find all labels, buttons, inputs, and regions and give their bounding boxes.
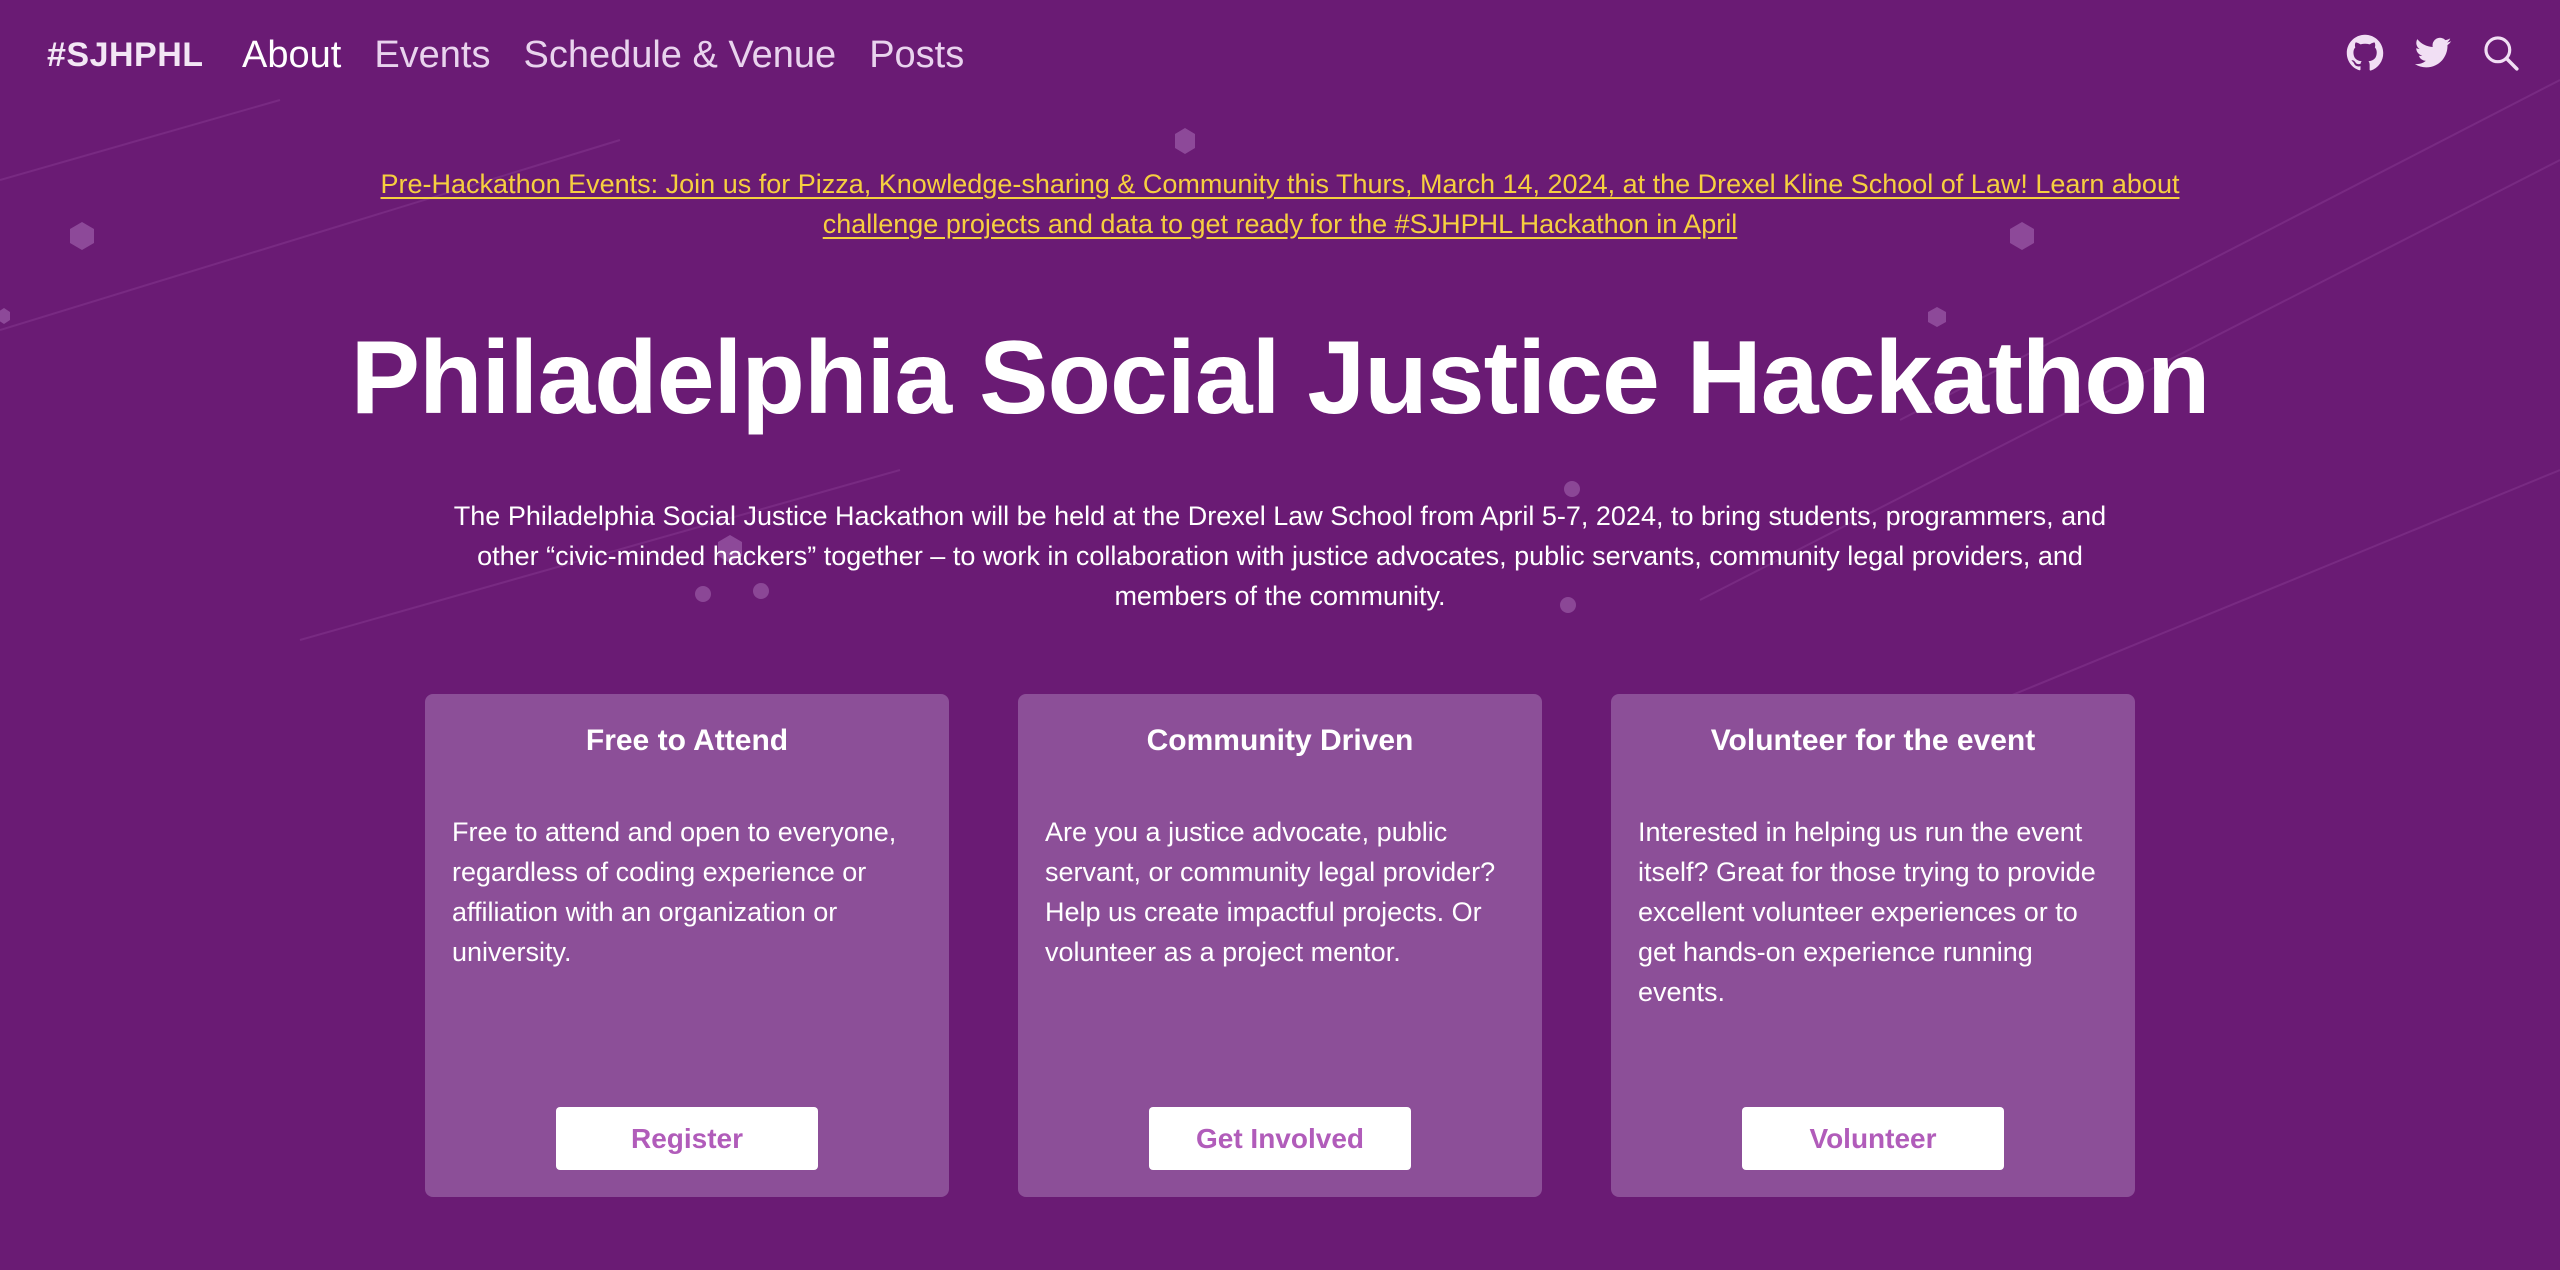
get-involved-button[interactable]: Get Involved <box>1149 1107 1411 1170</box>
search-icon[interactable] <box>2482 34 2520 72</box>
volunteer-button[interactable]: Volunteer <box>1742 1107 2004 1170</box>
card-title: Volunteer for the event <box>1710 724 2036 757</box>
card-body: Free to attend and open to everyone, reg… <box>452 817 897 967</box>
card-volunteer: Volunteer for the event Interested in he… <box>1611 694 2135 1197</box>
card-body: Are you a justice advocate, public serva… <box>1045 817 1496 967</box>
card-title: Community Driven <box>1146 724 1414 757</box>
nav-link-about[interactable]: About <box>242 34 341 77</box>
nav-link-posts[interactable]: Posts <box>869 34 964 77</box>
nav-icons <box>2346 34 2520 72</box>
hero-description: The Philadelphia Social Justice Hackatho… <box>453 501 2107 611</box>
nav-links: About Events Schedule & Venue Posts <box>242 34 997 77</box>
twitter-icon[interactable] <box>2414 34 2452 72</box>
register-button[interactable]: Register <box>556 1107 818 1170</box>
page-title: Philadelphia Social Justice Hackathon <box>350 320 2211 436</box>
nav-link-events[interactable]: Events <box>374 34 490 77</box>
card-body: Interested in helping us run the event i… <box>1638 817 2096 1007</box>
card-community-driven: Community Driven Are you a justice advoc… <box>1018 694 1542 1197</box>
nav-link-schedule-venue[interactable]: Schedule & Venue <box>523 34 836 77</box>
brand-logo-link[interactable]: #SJHPHL <box>47 36 204 75</box>
top-navbar: #SJHPHL About Events Schedule & Venue Po… <box>0 0 2560 114</box>
card-title: Free to Attend <box>585 724 789 757</box>
announcement-link[interactable]: Pre-Hackathon Events: Join us for Pizza,… <box>380 164 2180 244</box>
github-icon[interactable] <box>2346 34 2384 72</box>
feature-cards: Free to Attend Free to attend and open t… <box>425 694 2135 1197</box>
card-free-to-attend: Free to Attend Free to attend and open t… <box>425 694 949 1197</box>
